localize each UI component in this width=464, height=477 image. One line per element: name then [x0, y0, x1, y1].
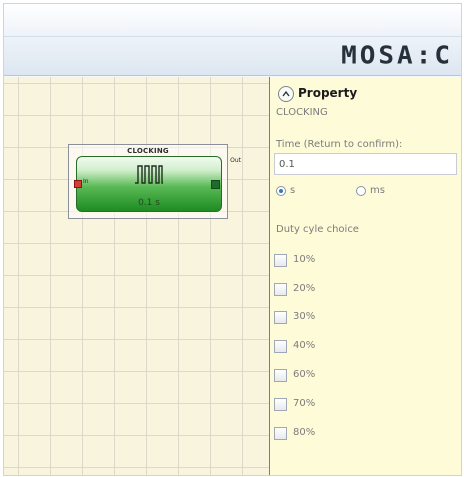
block-body[interactable]: 0.1 s In: [74, 156, 222, 212]
checkbox-label-80: 80%: [293, 427, 316, 438]
checkbox-40[interactable]: [274, 340, 287, 353]
property-title: Property: [298, 86, 358, 100]
checkbox-80[interactable]: [274, 427, 287, 440]
checkbox-label-20: 20%: [293, 283, 316, 294]
chevron-up-icon: [282, 90, 290, 97]
checkbox-60[interactable]: [274, 369, 287, 382]
clocking-block[interactable]: CLOCKING 0.1 s In Out: [68, 144, 241, 219]
block-title: CLOCKING: [127, 147, 169, 155]
property-panel: Property CLOCKING Time (Return to confir…: [270, 77, 461, 475]
app-window: MOSA:C CLOCKING 0.1 s In Out Property CL…: [3, 3, 462, 476]
property-subtitle: CLOCKING: [276, 107, 328, 118]
input-port[interactable]: [74, 180, 82, 188]
checkbox-70[interactable]: [274, 398, 287, 411]
checkbox-label-60: 60%: [293, 369, 316, 380]
block-value: 0.1 s: [138, 198, 160, 208]
input-port-label: In: [83, 178, 89, 185]
time-input[interactable]: [274, 153, 457, 175]
mosaic-logo: MOSA:C: [341, 41, 453, 71]
checkbox-label-70: 70%: [293, 398, 316, 409]
diagram-canvas[interactable]: CLOCKING 0.1 s In Out: [4, 77, 270, 475]
radio-dot-ms[interactable]: [356, 186, 366, 196]
collapse-button[interactable]: [278, 86, 294, 102]
output-port[interactable]: [211, 180, 220, 189]
radio-dot-s[interactable]: [276, 186, 286, 196]
clock-waveform-icon: [135, 165, 163, 184]
checkbox-label-10: 10%: [293, 254, 316, 265]
radio-label-ms: ms: [370, 185, 385, 196]
radio-label-s: s: [290, 185, 296, 196]
checkbox-label-40: 40%: [293, 340, 316, 351]
title-bar: [4, 4, 461, 36]
checkbox-label-30: 30%: [293, 311, 316, 322]
duty-cycle-label: Duty cyle choice: [276, 224, 359, 235]
checkbox-20[interactable]: [274, 283, 287, 296]
toolbar: MOSA:C: [4, 36, 461, 76]
output-port-label: Out: [230, 157, 241, 164]
checkbox-10[interactable]: [274, 254, 287, 267]
checkbox-30[interactable]: [274, 311, 287, 324]
time-label: Time (Return to confirm):: [276, 139, 403, 150]
